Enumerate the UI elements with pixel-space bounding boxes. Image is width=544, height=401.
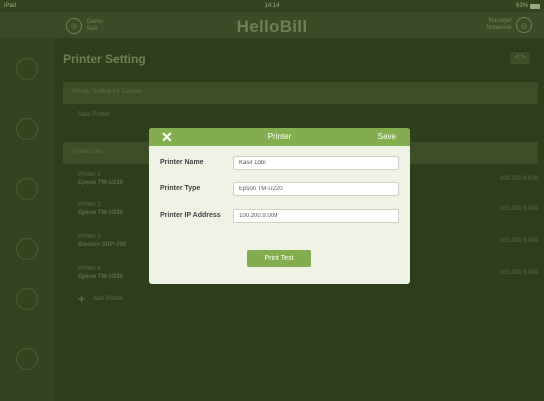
settings-icon[interactable] xyxy=(16,288,38,310)
printer-name: Printer 3 xyxy=(78,234,101,240)
page-title: Printer Setting xyxy=(63,52,146,66)
data-printer-label: Data Printer xyxy=(78,112,111,118)
printer-ip-field[interactable] xyxy=(233,209,399,223)
help-icon[interactable] xyxy=(16,348,38,370)
report-icon[interactable] xyxy=(16,238,38,260)
nav-toggle-button[interactable]: < > xyxy=(510,52,530,64)
clock: 14:14 xyxy=(264,3,280,9)
printer-type-field[interactable] xyxy=(233,182,399,196)
section-label: Printer Setting for Cashier xyxy=(73,89,143,95)
list-icon[interactable] xyxy=(16,178,38,200)
plus-icon: + xyxy=(78,292,86,306)
printer-name-label: Printer Name xyxy=(160,159,204,166)
printer-ip-label: Printer IP Address xyxy=(160,212,221,219)
app-header: ◎ Demo Bali HelloBill Manager Notebook ◎ xyxy=(0,12,544,38)
printer-type: Epson TM-U220 xyxy=(78,274,124,280)
dialog-header: ✕ Printer Save xyxy=(149,128,410,146)
printer-ip: 100.200.9.009 xyxy=(499,270,538,276)
printer-ip: 100.200.9.009 xyxy=(499,176,538,182)
user-avatar-icon: ◎ xyxy=(516,17,532,33)
printer-name: Printer 2 xyxy=(78,202,101,208)
battery-percent: 63% xyxy=(515,3,528,9)
printer-dialog: ✕ Printer Save Printer Name Printer Type… xyxy=(149,128,410,284)
battery-indicator: 63% xyxy=(516,3,540,9)
user-subtitle: Notebook xyxy=(486,25,512,31)
user-menu[interactable]: Manager Notebook ◎ xyxy=(486,17,532,33)
printer-ip: 100.200.9.009 xyxy=(499,238,538,244)
sidebar xyxy=(0,38,55,401)
battery-icon xyxy=(530,3,540,9)
print-test-button[interactable]: Print Test xyxy=(247,250,311,267)
add-printer-button[interactable]: + Add Printer xyxy=(78,292,123,306)
brand-logo: HelloBill xyxy=(236,17,308,36)
add-printer-label: Add Printer xyxy=(93,296,124,302)
section-header-cashier: Printer Setting for Cashier xyxy=(63,82,538,104)
dialog-title: Printer xyxy=(267,132,292,141)
user-icon[interactable] xyxy=(16,118,38,140)
printer-name: Printer 4 xyxy=(78,266,101,272)
printer-type: Epson TM-U220 xyxy=(78,180,124,186)
user-name: Manager xyxy=(488,18,512,24)
printer-type: Epson TM-U220 xyxy=(78,210,124,216)
printer-name: Printer 1 xyxy=(78,172,101,178)
menu-icon[interactable] xyxy=(16,58,38,80)
status-bar: iPad 14:14 63% xyxy=(0,0,544,12)
save-button[interactable]: Save xyxy=(378,132,396,141)
printer-ip: 100.200.9.009 xyxy=(499,206,538,212)
printer-type: Bixolon SRP-350 xyxy=(78,242,127,248)
printer-type-label: Printer Type xyxy=(160,185,201,192)
printer-name-field[interactable] xyxy=(233,156,399,170)
section-label: Printer List xyxy=(73,149,102,155)
